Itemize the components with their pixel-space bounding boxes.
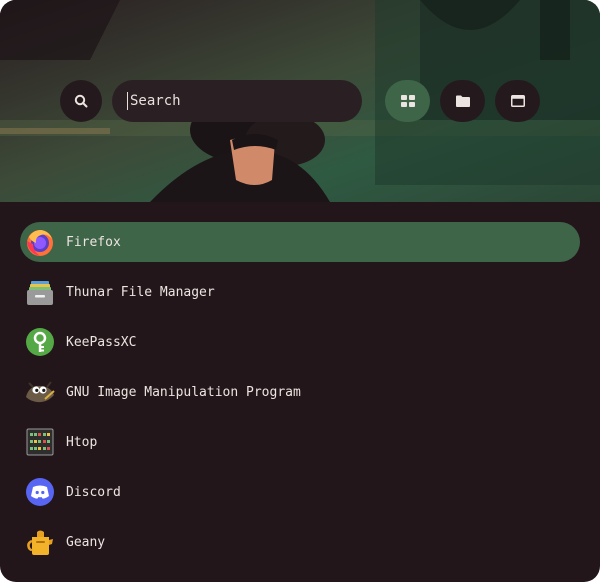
search-field[interactable]	[112, 80, 362, 122]
app-item-thunar[interactable]: Thunar File Manager	[20, 272, 580, 312]
firefox-icon	[25, 227, 55, 257]
app-item-keepassxc[interactable]: KeePassXC	[20, 322, 580, 362]
discord-icon	[25, 477, 55, 507]
header-wallpaper	[0, 0, 600, 202]
app-label: KeePassXC	[66, 334, 137, 350]
search-icon	[74, 94, 88, 108]
app-label: Thunar File Manager	[66, 284, 215, 300]
keepassxc-icon	[25, 327, 55, 357]
app-item-discord[interactable]: Discord	[20, 472, 580, 512]
files-mode-button[interactable]	[440, 80, 485, 122]
gimp-icon	[25, 377, 55, 407]
app-label: GNU Image Manipulation Program	[66, 384, 301, 400]
thunar-icon	[25, 277, 55, 307]
app-item-gimp[interactable]: GNU Image Manipulation Program	[20, 372, 580, 412]
text-cursor	[127, 92, 128, 110]
app-label: Htop	[66, 434, 98, 450]
app-item-htop[interactable]: Htop	[20, 422, 580, 462]
app-list: Firefox Thunar File Manager KeePassXC GN…	[20, 222, 580, 572]
htop-icon	[25, 427, 55, 457]
window-icon	[510, 95, 525, 107]
app-label: Firefox	[66, 234, 121, 250]
app-label: Geany	[66, 534, 106, 550]
app-item-geany[interactable]: Geany	[20, 522, 580, 562]
app-item-firefox[interactable]: Firefox	[20, 222, 580, 262]
search-input[interactable]	[128, 92, 342, 110]
app-label: Discord	[66, 484, 121, 500]
grid-icon	[400, 95, 415, 107]
search-button[interactable]	[60, 80, 102, 122]
apps-mode-button[interactable]	[385, 80, 430, 122]
windows-mode-button[interactable]	[495, 80, 540, 122]
app-launcher: Firefox Thunar File Manager	[0, 0, 600, 582]
folder-icon	[455, 95, 470, 107]
geany-icon	[25, 527, 55, 557]
